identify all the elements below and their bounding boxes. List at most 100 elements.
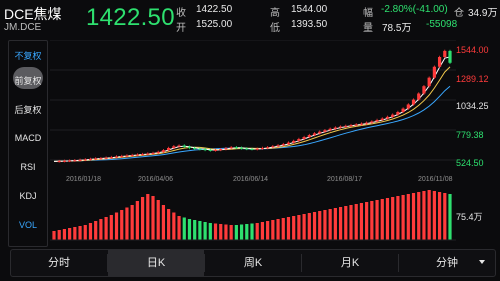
price-axis-min: 524.50 <box>456 158 484 168</box>
tab-minute-label: 分钟 <box>436 257 458 269</box>
tab-分时[interactable]: 分时 <box>11 250 107 276</box>
volume-bar <box>83 225 87 240</box>
volume-bar <box>234 225 238 240</box>
candles-layer <box>57 49 452 163</box>
price-axis-label: 1289.12 <box>456 74 489 84</box>
price-axis-max: 1544.00 <box>456 45 489 55</box>
sidebar-item-前复权[interactable]: 前复权 <box>9 74 47 87</box>
candle <box>224 148 228 150</box>
volume-bar <box>271 220 275 240</box>
candle <box>57 161 61 163</box>
volume-bar <box>161 205 166 240</box>
close-label: 收 <box>176 8 186 19</box>
tab-月k[interactable]: 月K <box>302 250 398 276</box>
volume-bar <box>302 214 306 240</box>
candle <box>411 99 416 105</box>
candle <box>271 146 275 148</box>
volume-bar <box>140 197 145 240</box>
volume-bar <box>114 212 119 240</box>
candle <box>62 160 67 162</box>
volume-bar <box>333 208 337 240</box>
symbol-title: DCE焦煤 <box>4 6 62 22</box>
candle <box>135 154 139 156</box>
volume-bar <box>417 192 421 240</box>
candle <box>437 57 442 67</box>
candle <box>406 104 410 109</box>
candle <box>255 148 259 150</box>
volume-bar <box>120 210 124 240</box>
tab-日k[interactable]: 日K <box>108 250 204 276</box>
candle <box>365 122 369 124</box>
candle <box>292 140 296 143</box>
candle <box>307 135 311 138</box>
candle <box>349 125 353 127</box>
volume-bar <box>396 196 400 240</box>
candle <box>109 157 113 159</box>
position-value: 34.9万 <box>468 8 498 19</box>
chevron-down-icon <box>479 260 485 264</box>
period-tabs: 分时 日K 周K 月K 分钟 <box>10 249 496 277</box>
sidebar-item-macd[interactable]: MACD <box>9 133 47 143</box>
kline-chart: 2016/01/18 2016/04/06 2016/06/14 2016/08… <box>50 40 456 241</box>
volume-label: 量 <box>363 23 373 34</box>
volume-bar <box>323 210 327 240</box>
volume-bar <box>406 194 410 240</box>
volume-bar <box>292 216 296 240</box>
volume-bar <box>375 200 379 240</box>
volume-bar <box>448 194 452 240</box>
candle <box>312 133 317 136</box>
high-label: 高 <box>270 8 280 19</box>
candle <box>104 157 108 159</box>
volume-bar <box>312 212 317 240</box>
candle <box>427 77 431 87</box>
volume-bar <box>109 215 113 240</box>
date-label: 2016/06/14 <box>233 176 268 183</box>
volume-bar <box>266 221 270 240</box>
tab-分钟[interactable]: 分钟 <box>399 250 495 276</box>
candle <box>359 123 364 125</box>
volume-bar <box>68 228 72 240</box>
volume-bar <box>187 219 192 240</box>
quote-grid: 收 1422.50 高 1544.00 幅 -2.80%(-41.00) 仓 3… <box>176 4 498 34</box>
volume-bar <box>318 211 322 240</box>
volume-bar <box>151 196 155 240</box>
candle <box>88 158 93 160</box>
sidebar-item-后复权[interactable]: 后复权 <box>9 103 47 116</box>
date-label: 2016/08/17 <box>327 176 362 183</box>
volume-bar <box>349 205 353 240</box>
candle <box>245 148 249 150</box>
candle <box>338 126 343 128</box>
volume-bar <box>437 192 442 240</box>
sidebar-item-不复权[interactable]: 不复权 <box>9 49 47 62</box>
candle <box>73 160 77 162</box>
sidebar-item-rsi[interactable]: RSI <box>9 162 47 172</box>
candle <box>354 124 358 126</box>
volume-bar <box>78 226 82 240</box>
open-value: 1525.00 <box>196 19 233 30</box>
sidebar-item-kdj[interactable]: KDJ <box>9 191 47 201</box>
candle <box>208 149 212 151</box>
volume-bar <box>130 205 134 240</box>
volume-bar <box>365 202 369 240</box>
volume-bar <box>57 230 61 240</box>
ma1-line <box>53 56 451 162</box>
volume-bar <box>219 224 223 240</box>
volume-bar <box>182 217 186 240</box>
volume-bar <box>276 219 280 240</box>
volume-bar <box>135 201 139 240</box>
close-value: 1422.50 <box>196 4 233 15</box>
delta-value: -55098 <box>426 19 458 30</box>
volume-bar <box>88 223 93 240</box>
high-value: 1544.00 <box>291 4 328 15</box>
candle <box>432 66 436 78</box>
candle <box>167 147 171 151</box>
candle <box>385 116 390 119</box>
candle <box>219 149 223 151</box>
tab-周k[interactable]: 周K <box>205 250 301 276</box>
low-label: 低 <box>270 23 280 34</box>
volume-bars <box>52 190 452 240</box>
sidebar-item-vol[interactable]: VOL <box>9 220 47 230</box>
candle <box>130 155 134 157</box>
volume-bar <box>255 223 259 240</box>
volume-axis-label: 75.4万 <box>456 212 483 222</box>
